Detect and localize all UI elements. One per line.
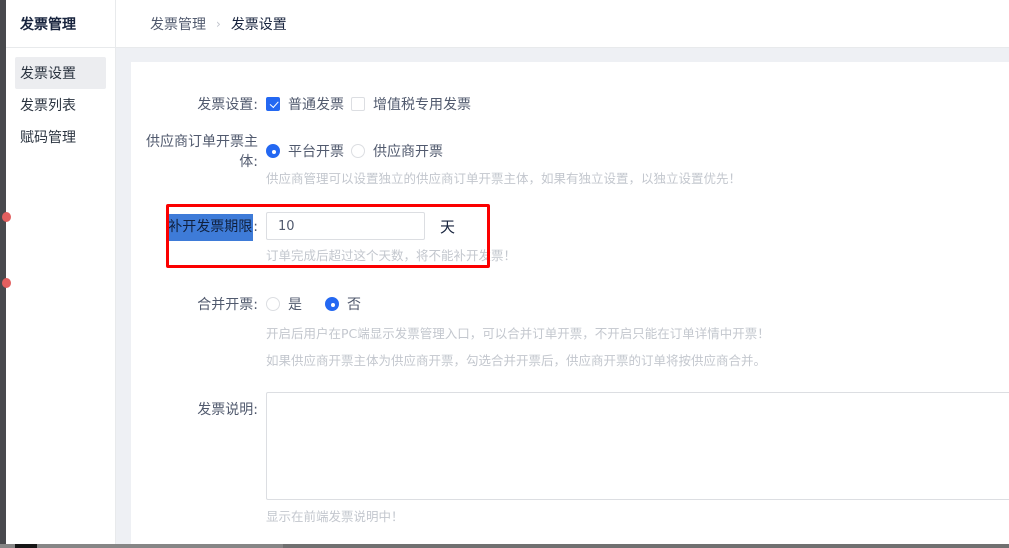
radio-unselected-icon[interactable] <box>351 144 365 158</box>
field-label: 发票设置: <box>131 94 258 114</box>
settings-card: 发票设置: 普通发票 增值税专用发票 供应商订单开票主体: <box>131 62 1009 548</box>
hint-merge-invoice-2: 如果供应商开票主体为供应商开票，勾选合并开票后，供应商开票的订单将按供应商合并。 <box>266 350 766 369</box>
breadcrumb-item-current: 发票设置 <box>231 14 287 34</box>
radio-selected-icon[interactable] <box>266 144 280 158</box>
checkbox-ordinary-invoice[interactable]: 普通发票 <box>266 94 344 114</box>
row-merge-invoice: 合并开票: 是 否 <box>131 292 1009 316</box>
reissue-period-input[interactable] <box>266 212 425 240</box>
row-supplier-subject: 供应商订单开票主体: 平台开票 供应商开票 <box>131 139 1009 163</box>
checkbox-unchecked-icon[interactable] <box>351 97 365 111</box>
radio-merge-no[interactable]: 否 <box>325 294 361 314</box>
red-marker-dot <box>2 278 11 288</box>
sidebar-item-invoice-settings[interactable]: 发票设置 <box>15 57 106 89</box>
radio-label: 否 <box>347 294 361 314</box>
checkbox-label: 普通发票 <box>288 94 344 114</box>
sidebar-menu: 发票设置 发票列表 赋码管理 <box>6 48 115 153</box>
sidebar-item-label: 赋码管理 <box>20 127 76 147</box>
unit-label: 天 <box>440 216 455 237</box>
radio-merge-yes[interactable]: 是 <box>266 294 302 314</box>
radio-supplier-invoicing[interactable]: 供应商开票 <box>351 141 443 161</box>
red-marker-dot <box>2 212 11 222</box>
radio-label: 平台开票 <box>288 141 344 161</box>
sidebar-item-label: 发票设置 <box>20 63 76 83</box>
sidebar-title: 发票管理 <box>6 0 115 48</box>
checkbox-vat-special-invoice[interactable]: 增值税专用发票 <box>351 94 471 114</box>
window-edge-strip <box>0 0 6 548</box>
sidebar-item-invoice-list[interactable]: 发票列表 <box>15 89 106 121</box>
field-label: 供应商订单开票主体: <box>131 131 258 171</box>
hint-invoice-note: 显示在前端发票说明中！ <box>266 506 404 525</box>
bottom-edge-dark-segment <box>15 544 37 548</box>
main-area: 发票管理 › 发票设置 发票设置: 普通发票 增值税专用发票 <box>116 0 1009 548</box>
field-label: 补开发票期限: <box>131 216 258 236</box>
label-colon: : <box>253 219 258 235</box>
radio-unselected-icon[interactable] <box>266 297 280 311</box>
hint-supplier-subject: 供应商管理可以设置独立的供应商订单开票主体，如果有独立设置，以独立设置优先！ <box>266 168 741 187</box>
chevron-right-icon: › <box>216 17 221 31</box>
hint-reissue-period: 订单完成后超过这个天数，将不能补开发票！ <box>266 245 516 264</box>
radio-selected-icon[interactable] <box>325 297 339 311</box>
sidebar-item-label: 发票列表 <box>20 95 76 115</box>
breadcrumb-bar: 发票管理 › 发票设置 <box>116 0 1009 48</box>
radio-label: 供应商开票 <box>373 141 443 161</box>
app-window: 发票管理 发票设置 发票列表 赋码管理 发票管理 › 发票设置 发票设置: <box>0 0 1009 548</box>
row-invoice-note: 发票说明: <box>131 392 1009 500</box>
window-bottom-edge <box>0 544 1009 548</box>
breadcrumb-item[interactable]: 发票管理 <box>150 14 206 34</box>
radio-platform-invoicing[interactable]: 平台开票 <box>266 141 344 161</box>
checkbox-checked-icon[interactable] <box>266 97 280 111</box>
row-invoice-setting: 发票设置: 普通发票 增值税专用发票 <box>131 92 1009 116</box>
bottom-edge-shaded-segment <box>283 544 1009 548</box>
sidebar: 发票管理 发票设置 发票列表 赋码管理 <box>6 0 116 548</box>
checkbox-label: 增值税专用发票 <box>373 94 471 114</box>
row-reissue-period: 补开发票期限: 天 <box>131 211 1009 241</box>
sidebar-item-code-management[interactable]: 赋码管理 <box>15 121 106 153</box>
radio-label: 是 <box>288 294 302 314</box>
invoice-note-textarea[interactable] <box>266 392 1009 500</box>
hint-merge-invoice-1: 开启后用户在PC端显示发票管理入口，可以合并订单开票，不开启只能在订单详情中开票… <box>266 323 770 342</box>
text-selection-highlight: 补开发票期限 <box>166 214 253 241</box>
field-label: 合并开票: <box>131 294 258 314</box>
field-label: 发票说明: <box>131 392 258 419</box>
